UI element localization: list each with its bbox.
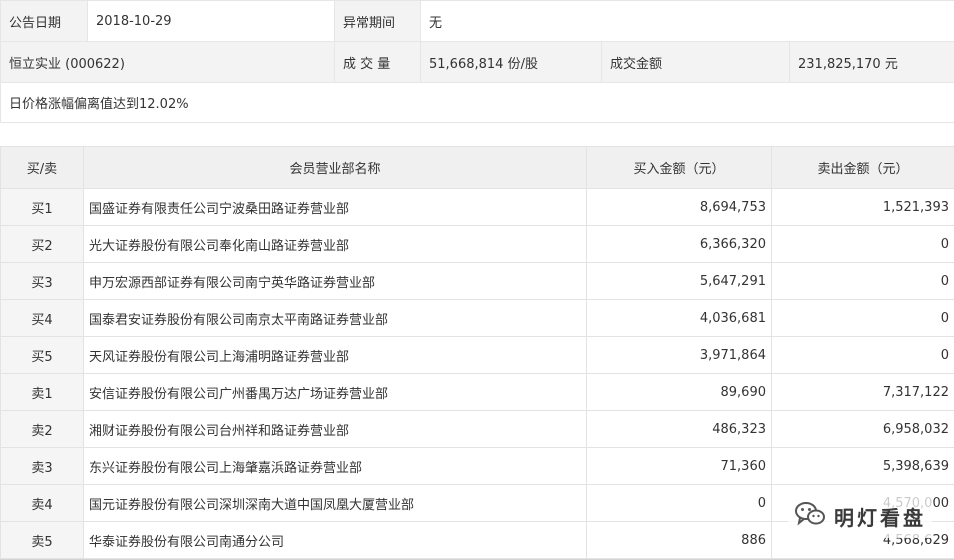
row-branch-name: 天风证券股份有限公司上海浦明路证券营业部 [84,337,587,374]
row-buy-amount: 3,971,864 [587,337,772,374]
deviation-note: 日价格涨幅偏离值达到12.02% [1,83,954,123]
row-side: 卖5 [1,522,84,559]
row-side: 卖2 [1,411,84,448]
row-buy-amount: 71,360 [587,448,772,485]
period-value: 无 [421,1,954,42]
row-side: 买5 [1,337,84,374]
date-value: 2018-10-29 [88,1,335,42]
header-branch-name: 会员营业部名称 [84,147,587,189]
row-sell-amount: 1,521,393 [772,189,954,226]
summary-row-trade: 恒立实业 (000622) 成 交 量 51,668,814 份/股 成交金额 … [1,42,954,83]
row-sell-amount: 6,958,032 [772,411,954,448]
amount-value: 231,825,170 元 [790,42,954,83]
row-sell-amount: 7,317,122 [772,374,954,411]
row-branch-name: 光大证券股份有限公司奉化南山路证券营业部 [84,226,587,263]
row-side: 买4 [1,300,84,337]
amount-label: 成交金额 [602,42,790,83]
row-branch-name: 申万宏源西部证券有限公司南宁英华路证券营业部 [84,263,587,300]
row-buy-amount: 8,694,753 [587,189,772,226]
table-row: 买1 国盛证券有限责任公司宁波桑田路证券营业部 8,694,753 1,521,… [1,189,954,226]
table-row: 卖3 东兴证券股份有限公司上海肇嘉浜路证券营业部 71,360 5,398,63… [1,448,954,485]
summary-row-note: 日价格涨幅偏离值达到12.02% [1,83,954,123]
volume-value: 51,668,814 份/股 [421,42,602,83]
row-buy-amount: 4,036,681 [587,300,772,337]
row-branch-name: 东兴证券股份有限公司上海肇嘉浜路证券营业部 [84,448,587,485]
row-branch-name: 国泰君安证券股份有限公司南京太平南路证券营业部 [84,300,587,337]
volume-label: 成 交 量 [335,42,421,83]
watermark: 明灯看盘 [788,494,932,538]
row-buy-amount: 6,366,320 [587,226,772,263]
row-branch-name: 国元证券股份有限公司深圳深南大道中国凤凰大厦营业部 [84,485,587,522]
header-buy-amount: 买入金额（元） [587,147,772,189]
row-side: 买2 [1,226,84,263]
row-branch-name: 安信证券股份有限公司广州番禺万达广场证券营业部 [84,374,587,411]
row-buy-amount: 886 [587,522,772,559]
period-label: 异常期间 [335,1,421,42]
row-sell-amount: 0 [772,337,954,374]
table-row: 买5 天风证券股份有限公司上海浦明路证券营业部 3,971,864 0 [1,337,954,374]
table-row: 买4 国泰君安证券股份有限公司南京太平南路证券营业部 4,036,681 0 [1,300,954,337]
summary-row-date: 公告日期 2018-10-29 异常期间 无 [1,1,954,42]
row-buy-amount: 486,323 [587,411,772,448]
row-buy-amount: 89,690 [587,374,772,411]
table-row: 卖2 湘财证券股份有限公司台州祥和路证券营业部 486,323 6,958,03… [1,411,954,448]
row-branch-name: 国盛证券有限责任公司宁波桑田路证券营业部 [84,189,587,226]
table-header-row: 买/卖 会员营业部名称 买入金额（元） 卖出金额（元） [1,147,954,189]
row-sell-amount: 0 [772,226,954,263]
wechat-icon [794,500,826,533]
row-branch-name: 华泰证券股份有限公司南通分公司 [84,522,587,559]
row-sell-amount: 0 [772,263,954,300]
table-row: 买2 光大证券股份有限公司奉化南山路证券营业部 6,366,320 0 [1,226,954,263]
watermark-text: 明灯看盘 [834,502,926,531]
row-side: 买1 [1,189,84,226]
row-buy-amount: 0 [587,485,772,522]
row-buy-amount: 5,647,291 [587,263,772,300]
row-side: 买3 [1,263,84,300]
table-row: 卖1 安信证券股份有限公司广州番禺万达广场证券营业部 89,690 7,317,… [1,374,954,411]
summary-table: 公告日期 2018-10-29 异常期间 无 恒立实业 (000622) 成 交… [0,0,954,123]
header-side: 买/卖 [1,147,84,189]
row-sell-amount: 5,398,639 [772,448,954,485]
row-side: 卖3 [1,448,84,485]
header-sell-amount: 卖出金额（元） [772,147,954,189]
table-row: 买3 申万宏源西部证券有限公司南宁英华路证券营业部 5,647,291 0 [1,263,954,300]
row-branch-name: 湘财证券股份有限公司台州祥和路证券营业部 [84,411,587,448]
stock-name: 恒立实业 (000622) [1,42,335,83]
row-side: 卖4 [1,485,84,522]
row-sell-amount: 0 [772,300,954,337]
row-side: 卖1 [1,374,84,411]
date-label: 公告日期 [1,1,88,42]
